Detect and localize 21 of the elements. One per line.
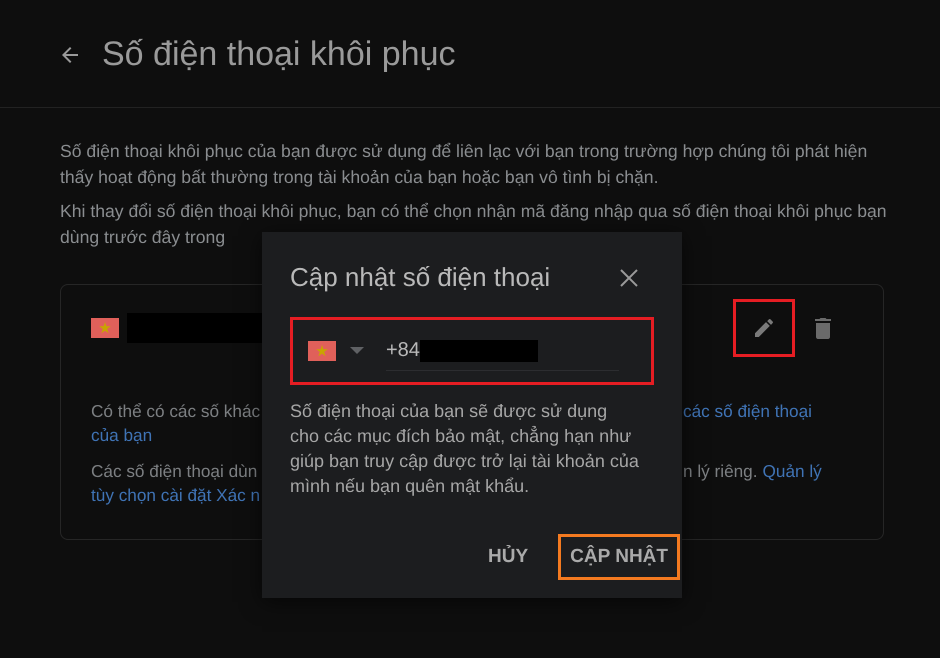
trash-icon[interactable] — [813, 316, 833, 340]
text-link[interactable]: tùy chọn cài đặt Xác n — [91, 483, 260, 507]
text-button[interactable]: HỦY — [476, 534, 540, 580]
pencil-icon[interactable] — [752, 316, 776, 340]
text-button[interactable]: CẬP NHẬT — [558, 534, 680, 580]
text-link[interactable]: Quản lý — [762, 459, 822, 483]
phone-input[interactable]: +84 — [386, 334, 420, 368]
close-icon[interactable] — [620, 268, 638, 286]
info-text: Có thể có các số khác — [91, 400, 260, 423]
flag-icon — [91, 318, 119, 338]
caret-icon[interactable] — [350, 347, 364, 355]
info-paragraph: Số điện thoại khôi phục của bạn được sử dụng để liên lạc với bạn trong trường hợp chúng tôi phát hiện thấy hoạt động bất thường trong tài khoản của bạn hoặc bạn vô tình bị chặn. — [60, 140, 868, 189]
flag-icon — [308, 341, 336, 361]
info-text: Các số điện thoại dùn — [91, 460, 258, 483]
info-paragraph: Khi thay đổi số điện thoại khôi phục, bạn có thể chọn nhận mã đăng nhập qua số điện thoại khôi phục bạn dùng trước đây trong — [60, 200, 888, 249]
page-title: Số điện thoại khôi phục — [102, 35, 456, 74]
info-text: n lý riêng. — [683, 460, 758, 483]
dialog-title: Cập nhật số điện thoại — [290, 262, 550, 293]
text-link[interactable]: các số điện thoại — [683, 399, 812, 423]
dialog-description: Số điện thoại của bạn sẽ được sử dụng cho các mục đích bảo mật, chẳng hạn như giúp bạn truy cập được trở lại tài khoản của mình nếu bạn quên mật khẩu. — [290, 400, 640, 498]
text-link[interactable]: của bạn — [91, 423, 152, 447]
